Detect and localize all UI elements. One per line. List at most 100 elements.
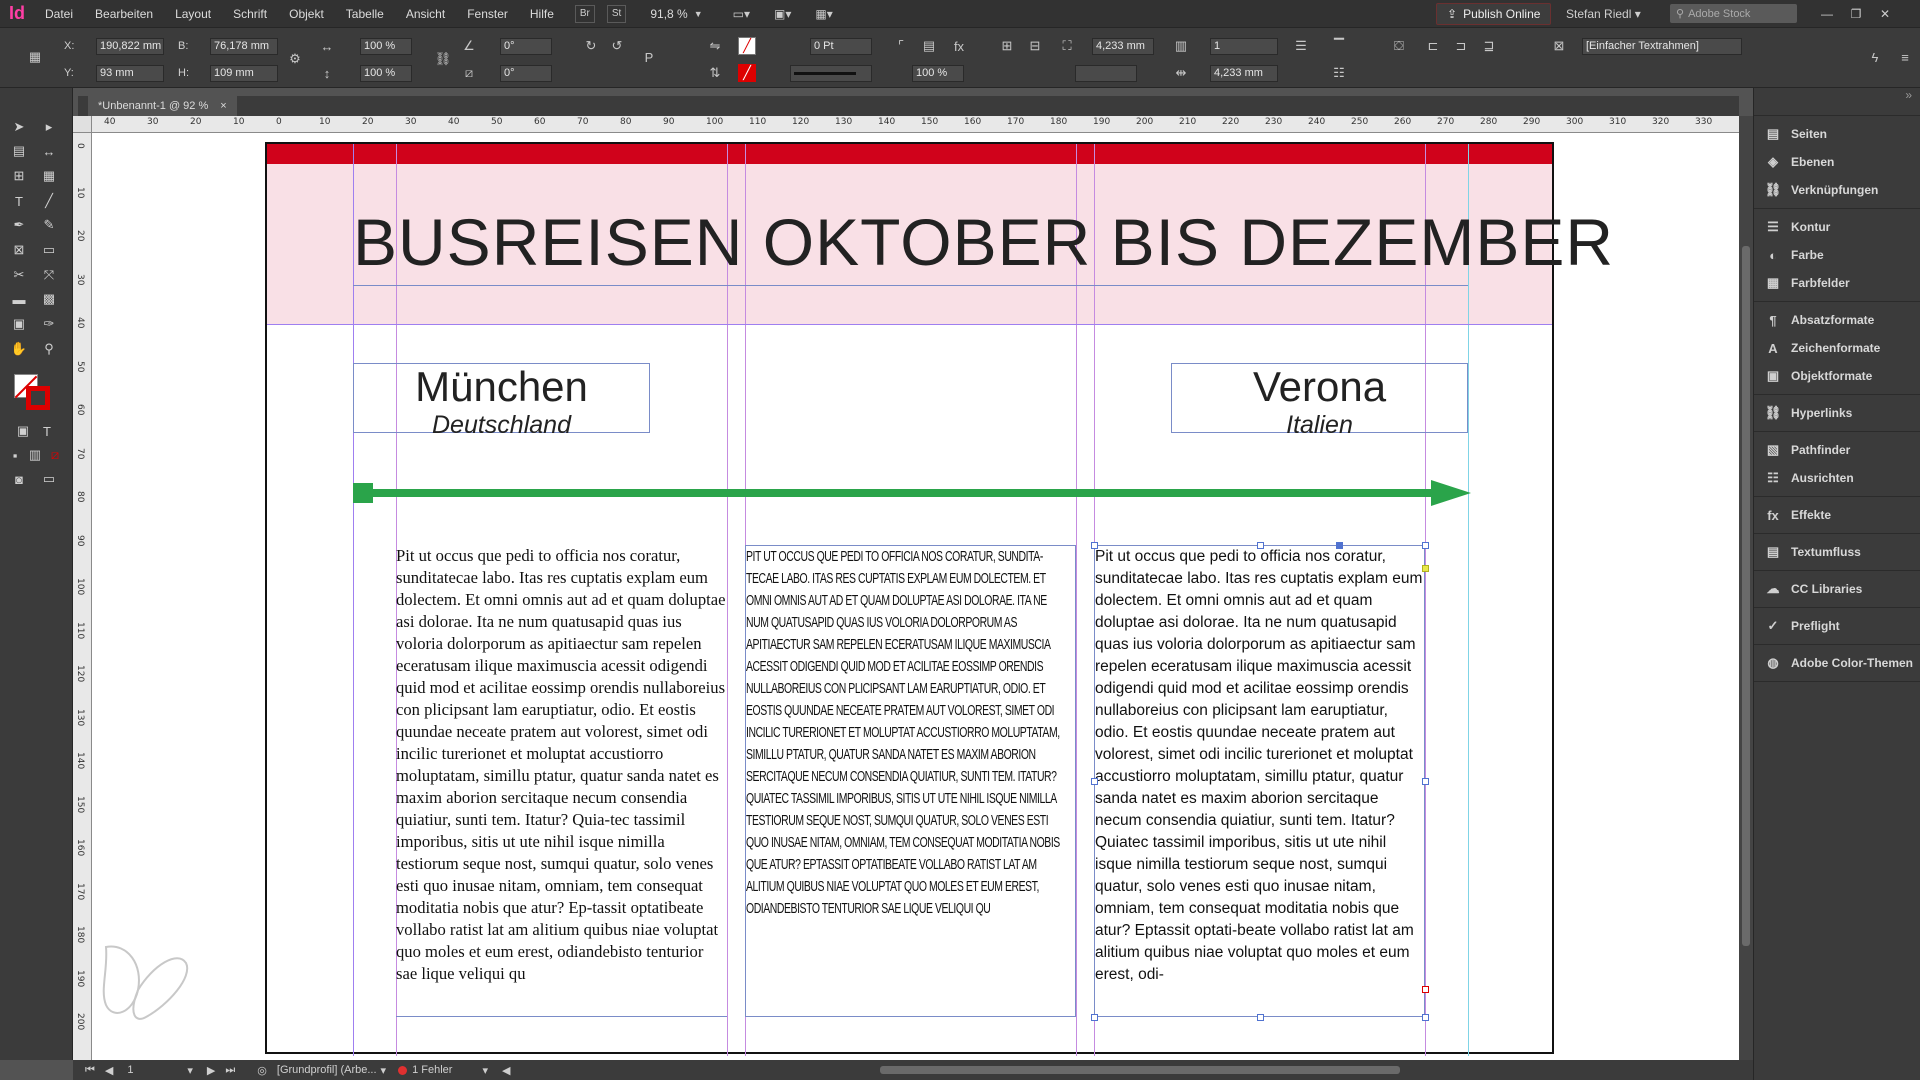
stroke-type-dropdown[interactable] xyxy=(790,65,872,82)
frame-fitting-icon[interactable]: ⛋ xyxy=(1390,37,1408,55)
panel-objektformate[interactable]: ▣ Objektformate xyxy=(1754,362,1920,390)
dock-collapse-icon[interactable]: » xyxy=(1754,88,1920,116)
width-field[interactable]: 76,178 mm xyxy=(210,38,278,55)
opacity-field[interactable]: 100 % xyxy=(912,65,964,82)
text-column-condensed[interactable]: Pit ut occus que pedi to officia nos cor… xyxy=(745,545,1076,1017)
menu-bearbeiten[interactable]: Bearbeiten xyxy=(84,0,164,28)
eyedropper-tool-icon[interactable]: ✑ xyxy=(38,313,60,335)
panel-cc-libraries[interactable]: ☁ CC Libraries xyxy=(1754,575,1920,603)
menu-hilfe[interactable]: Hilfe xyxy=(519,0,565,28)
hand-tool-icon[interactable]: ✋ xyxy=(8,338,30,360)
panel-verkn-pfungen[interactable]: ⛓ Verknüpfungen xyxy=(1754,176,1920,204)
distribute-center-icon[interactable]: ⊐ xyxy=(1452,37,1470,55)
type-tool-icon[interactable]: T xyxy=(8,190,30,212)
selection-handle[interactable] xyxy=(1257,542,1264,549)
zoom-level[interactable]: 91,8 % xyxy=(650,7,687,21)
screen-mode-icon[interactable]: ▭▾ xyxy=(733,7,750,21)
panel-zeichenformate[interactable]: A Zeichenformate xyxy=(1754,334,1920,362)
stroke-none-icon[interactable]: ╱ xyxy=(738,64,756,82)
panel-farbe[interactable]: ◐ Farbe xyxy=(1754,241,1920,269)
fit-content-icon[interactable]: ⊞ xyxy=(998,37,1016,55)
panel-preflight[interactable]: ✓ Preflight xyxy=(1754,612,1920,640)
fx-icon[interactable]: fx xyxy=(950,37,968,55)
stroke-weight-field[interactable]: 0 Pt xyxy=(810,38,872,55)
column-gutter-field[interactable]: 4,233 mm xyxy=(1210,65,1278,82)
scale-y-field[interactable]: 100 % xyxy=(360,65,412,82)
menu-schrift[interactable]: Schrift xyxy=(222,0,278,28)
overset-text-icon[interactable] xyxy=(1422,986,1429,993)
vertical-scroll-thumb[interactable] xyxy=(1742,246,1750,946)
selection-tool-icon[interactable]: ➤ xyxy=(8,116,30,138)
rotation-field[interactable]: 0° xyxy=(500,38,552,55)
content-placer-icon[interactable]: ▦ xyxy=(38,165,60,187)
user-account[interactable]: Stefan Riedl ▾ xyxy=(1566,0,1641,28)
align-top-icon[interactable]: ☰ xyxy=(1292,37,1310,55)
flip-horizontal-icon[interactable]: ⇋ xyxy=(706,37,724,55)
align-justify-icon[interactable]: ☷ xyxy=(1330,64,1348,82)
restore-icon[interactable]: ❐ xyxy=(1842,0,1870,28)
stock-button[interactable]: St xyxy=(606,4,627,23)
error-count[interactable]: 1 Fehler xyxy=(412,1064,452,1076)
view-options-icon[interactable]: ▣▾ xyxy=(774,7,791,21)
panel-effekte[interactable]: fx Effekte xyxy=(1754,501,1920,529)
stroke-swatch[interactable] xyxy=(26,386,50,410)
frame-corner-handle[interactable] xyxy=(1422,565,1429,572)
gap-tool-icon[interactable]: ↔ xyxy=(38,140,60,162)
rectangle-frame-tool-icon[interactable]: ⊠ xyxy=(8,239,30,261)
rectangle-tool-icon[interactable]: ▭ xyxy=(38,239,60,261)
selection-handle[interactable] xyxy=(1422,1014,1429,1021)
menu-fenster[interactable]: Fenster xyxy=(456,0,519,28)
preflight-profile-icon[interactable]: ◎ xyxy=(257,1064,267,1077)
pencil-tool-icon[interactable]: ✎ xyxy=(38,214,60,236)
apply-none-icon[interactable]: ⧄ xyxy=(44,444,66,466)
inset-spacing-field[interactable]: 4,233 mm xyxy=(1092,38,1154,55)
y-position-field[interactable]: 93 mm xyxy=(96,65,164,82)
gradient-swatch-tool-icon[interactable]: ▬ xyxy=(8,288,30,310)
panel-adobe-color-themen[interactable]: ◍ Adobe Color-Themen xyxy=(1754,649,1920,677)
selection-handle[interactable] xyxy=(1422,778,1429,785)
origin-frame[interactable]: München Deutschland xyxy=(353,363,650,439)
quick-apply-icon[interactable]: ϟ xyxy=(1866,48,1884,66)
menu-layout[interactable]: Layout xyxy=(164,0,222,28)
page-dropdown-icon[interactable]: ▾ xyxy=(187,1064,193,1077)
scale-x-field[interactable]: 100 % xyxy=(360,38,412,55)
arrange-documents-icon[interactable]: ▦▾ xyxy=(815,7,832,21)
main-title[interactable]: BUSREISEN OKTOBER BIS DEZEMBER xyxy=(353,204,1613,284)
selection-handle[interactable] xyxy=(1422,542,1429,549)
align-center-icon[interactable]: ▔ xyxy=(1330,37,1348,55)
x-position-field[interactable]: 190,822 mm xyxy=(96,38,164,55)
distribute-right-icon[interactable]: ⊒ xyxy=(1480,37,1498,55)
panel-absatzformate[interactable]: ¶ Absatzformate xyxy=(1754,306,1920,334)
columns-field[interactable]: 1 xyxy=(1210,38,1278,55)
free-transform-tool-icon[interactable]: ⤧ xyxy=(38,264,60,286)
selection-handle[interactable] xyxy=(1091,1014,1098,1021)
bridge-button[interactable]: Br xyxy=(574,4,595,23)
document-tab[interactable]: *Unbenannt-1 @ 92 % × xyxy=(88,96,237,116)
panel-textumfluss[interactable]: ▤ Textumfluss xyxy=(1754,538,1920,566)
shear-field[interactable]: 0° xyxy=(500,65,552,82)
error-dropdown-icon[interactable]: ▾ xyxy=(482,1064,488,1077)
vertical-scrollbar[interactable] xyxy=(1739,116,1753,1060)
gradient-feather-tool-icon[interactable]: ▩ xyxy=(38,288,60,310)
height-field[interactable]: 109 mm xyxy=(210,65,278,82)
vertical-ruler[interactable]: 0 10 20 30 40 50 60 70 80 90 100 110 120 130 140 150 160… xyxy=(73,133,92,1060)
flip-vertical-icon[interactable]: ⇅ xyxy=(706,64,724,82)
apply-color-icon[interactable]: ▪ xyxy=(4,444,26,466)
publish-online-button[interactable]: ⇪ Publish Online xyxy=(1436,3,1552,25)
selection-handle[interactable] xyxy=(1091,542,1098,549)
scissors-tool-icon[interactable]: ✂ xyxy=(8,264,30,286)
reference-field[interactable] xyxy=(1075,65,1137,82)
text-column-serif[interactable]: Pit ut occus que pedi to officia nos cor… xyxy=(396,545,727,1017)
ruler-origin[interactable] xyxy=(73,116,92,133)
fill-none-icon[interactable]: ╱ xyxy=(738,37,756,55)
content-collector-icon[interactable]: ⊞ xyxy=(8,165,30,187)
menu-tabelle[interactable]: Tabelle xyxy=(335,0,395,28)
last-page-icon[interactable]: ⏭ xyxy=(225,1064,235,1077)
text-path-icon[interactable]: P xyxy=(640,48,658,66)
prev-page-icon[interactable]: ◀ xyxy=(105,1064,113,1077)
rotate-ccw-icon[interactable]: ↺ xyxy=(608,37,626,55)
next-page-icon[interactable]: ▶ xyxy=(207,1064,215,1077)
apply-gradient-icon[interactable]: ▥ xyxy=(24,444,46,466)
in-port-handle[interactable] xyxy=(1336,542,1343,549)
page-number[interactable]: 1 xyxy=(127,1064,187,1076)
